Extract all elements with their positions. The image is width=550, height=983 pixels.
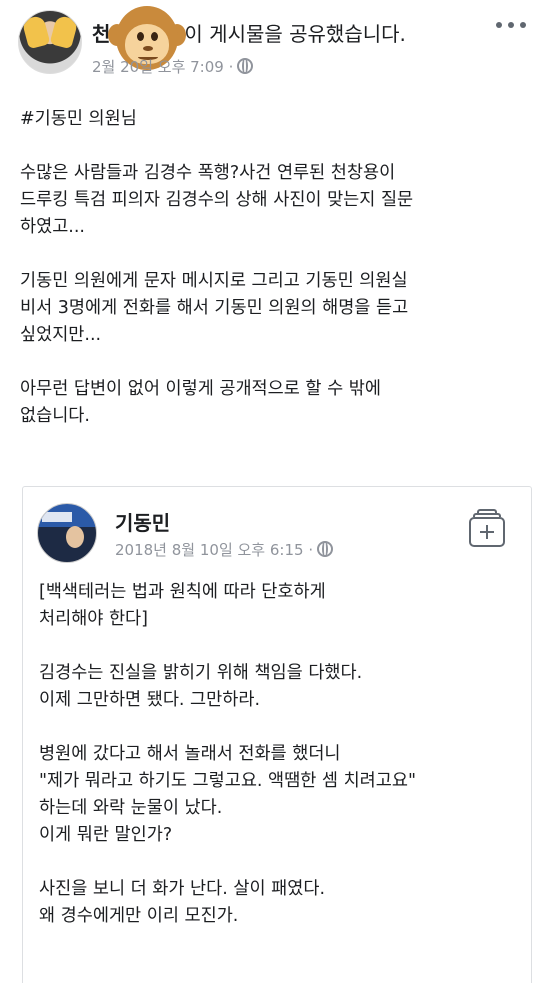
shared-paragraph: 사진을 보니 더 화가 난다. 살이 패였다. 왜 경수에게만 이리 모진가. [39,876,519,930]
shared-paragraph: 김경수는 진실을 밝히기 위해 책임을 다했다. 이제 그만하면 됐다. 그만하… [39,660,519,714]
more-options-icon[interactable] [496,22,526,34]
shared-paragraph: 병원에 갔다고 해서 놀래서 전화를 했더니 "제가 뭐라고 하기도 그렇고요.… [39,741,519,849]
post-body: #기동민 의원님 수많은 사람들과 김경수 폭행?사건 연루된 천창용이 드루킹… [20,106,530,457]
globe-icon[interactable] [317,541,334,557]
text-line: 드루킹 특검 피의자 김경수의 상해 사진이 맞는지 질문 [20,190,414,210]
text-line: [백색테러는 법과 원칙에 따라 단호하게 [39,582,326,602]
text-line: 사진을 보니 더 화가 난다. 살이 패였다. [39,879,326,899]
post-paragraph: 아무런 답변이 없어 이렇게 공개적으로 할 수 밖에 없습니다. [20,376,530,430]
text-line: "제가 뭐라고 하기도 그렇고요. 액땜한 셈 치려고요" [39,771,417,791]
covering-hand-emoji-icon [49,14,79,50]
post-paragraph: 수많은 사람들과 김경수 폭행?사건 연루된 천창용이 드루킹 특검 피의자 김… [20,160,530,241]
text-line: 비서 3명에게 전화를 해서 기동민 의원의 해명을 듣고 [20,298,409,318]
text-line: 이게 뭐란 말인가? [39,825,173,845]
post-timestamp[interactable]: 2월 20일 오후 7:09 · [92,56,254,77]
shared-post-card[interactable]: 기동민 2018년 8월 10일 오후 6:15 · [백색테러는 법과 원칙에… [22,486,532,983]
shared-paragraph: [백색테러는 법과 원칙에 따라 단호하게 처리해야 한다] [39,579,519,633]
shared-action-text: 이 게시물을 공유했습니다. [184,22,406,46]
timestamp-text[interactable]: 2월 20일 오후 7:09 · [92,58,233,76]
shared-author-avatar[interactable] [37,503,97,563]
globe-icon[interactable] [237,58,254,74]
save-to-collection-icon[interactable] [469,509,505,547]
text-line: 싶었지만... [20,325,102,345]
shared-post-timestamp[interactable]: 2018년 8월 10일 오후 6:15 · [115,539,334,560]
text-line: 하는데 와락 눈물이 났다. [39,798,223,818]
post-paragraph: 기동민 의원에게 문자 메시지로 그리고 기동민 의원실 비서 3명에게 전화를… [20,268,530,349]
timestamp-text[interactable]: 2018년 8월 10일 오후 6:15 · [115,541,313,559]
text-line: 하였고... [20,217,85,237]
covering-hand-emoji-icon [21,14,51,50]
text-line: 아무런 답변이 없어 이렇게 공개적으로 할 수 밖에 [20,379,381,399]
text-line: 수많은 사람들과 김경수 폭행?사건 연루된 천창용이 [20,163,396,183]
hashtag-link[interactable]: #기동민 의원님 [20,109,137,129]
sharer-avatar[interactable] [18,10,82,74]
text-line: 기동민 의원에게 문자 메시지로 그리고 기동민 의원실 [20,271,408,291]
text-line: 없습니다. [20,406,90,426]
text-line: 왜 경수에게만 이리 모진가. [39,906,239,926]
text-line: 이제 그만하면 됐다. 그만하라. [39,690,261,710]
text-line: 김경수는 진실을 밝히기 위해 책임을 다했다. [39,663,363,683]
shared-post-body: [백색테러는 법과 원칙에 따라 단호하게 처리해야 한다] 김경수는 진실을 … [39,579,519,957]
hashtag-line: #기동민 의원님 [20,106,530,133]
shared-author-name[interactable]: 기동민 [115,507,170,536]
text-line: 처리해야 한다] [39,609,148,629]
text-line: 병원에 갔다고 해서 놀래서 전화를 했더니 [39,744,341,764]
post-header: 천이 게시물을 공유했습니다. 2월 20일 오후 7:09 · [0,0,550,90]
